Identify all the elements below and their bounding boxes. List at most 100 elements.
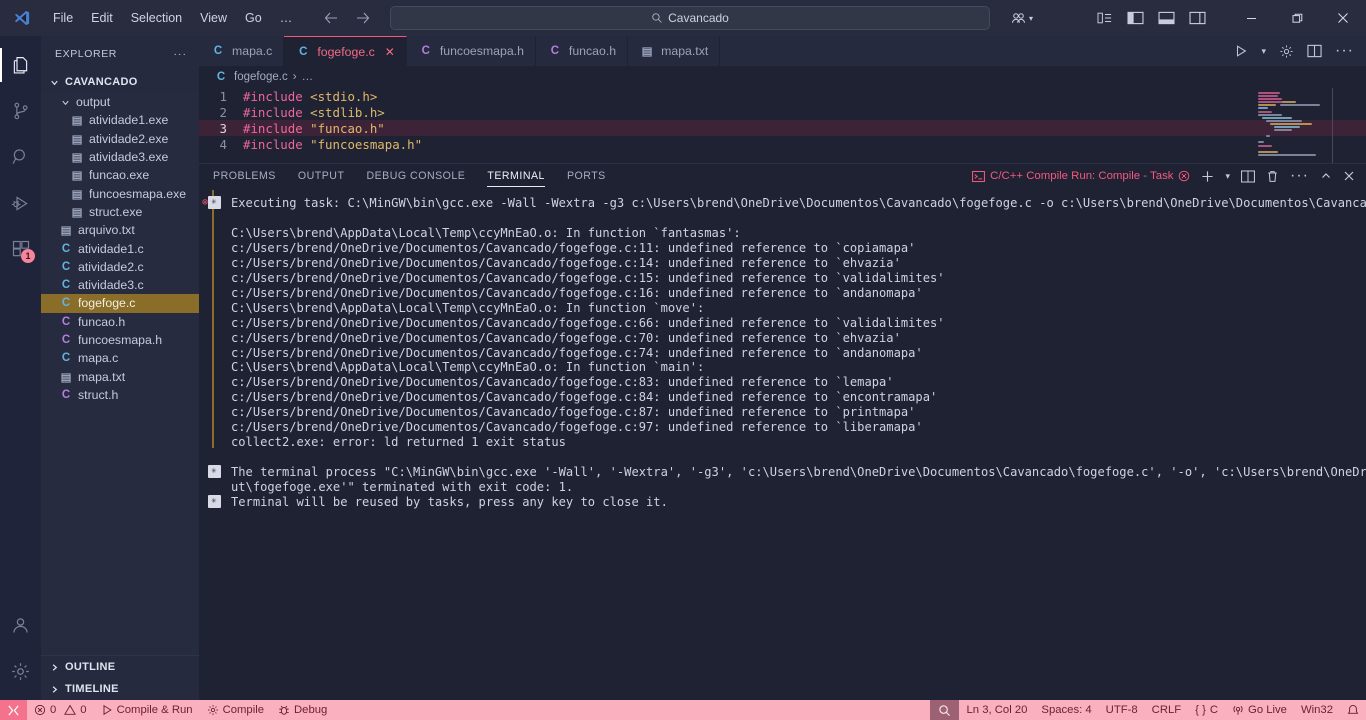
- outline-section[interactable]: OUTLINE: [41, 656, 199, 678]
- remote-window-indicator[interactable]: [0, 700, 27, 720]
- panel-tab-debug-console[interactable]: DEBUG CONSOLE: [366, 164, 465, 189]
- editor-tab-funcoesmapa-h[interactable]: Cfuncoesmapa.h: [406, 36, 536, 66]
- status-platform[interactable]: Win32: [1294, 700, 1340, 720]
- status-cursor-position[interactable]: Ln 3, Col 20: [959, 700, 1034, 720]
- customize-layout-icon[interactable]: [1097, 11, 1113, 25]
- arrow-right-icon[interactable]: [355, 10, 371, 26]
- tree-file[interactable]: Cfuncao.h: [41, 313, 199, 331]
- toggle-panel-icon[interactable]: [1158, 11, 1175, 25]
- menu-selection[interactable]: Selection: [122, 7, 191, 29]
- close-icon[interactable]: [1343, 170, 1355, 182]
- code-line[interactable]: 3 #include "funcao.h": [199, 120, 1366, 136]
- breadcrumb[interactable]: C fogefoge.c › …: [199, 66, 1366, 88]
- split-terminal-icon[interactable]: [1241, 169, 1255, 183]
- ellipsis-icon[interactable]: ···: [174, 48, 188, 60]
- chevron-down-icon[interactable]: ▾: [1261, 46, 1266, 57]
- tree-file[interactable]: ▤ mapa.txt: [41, 367, 199, 385]
- status-language-mode[interactable]: { } C: [1188, 700, 1225, 720]
- activity-item-accounts[interactable]: [0, 602, 41, 648]
- tree-file[interactable]: Catividade3.c: [41, 276, 199, 294]
- menu-bar[interactable]: File Edit Selection View Go …: [44, 7, 301, 29]
- status-search-button[interactable]: [930, 700, 960, 720]
- menu-view[interactable]: View: [191, 7, 236, 29]
- activity-item-source-control[interactable]: [0, 88, 41, 134]
- tree-file[interactable]: ▤ arquivo.txt: [41, 221, 199, 239]
- explorer-root-folder[interactable]: CAVANCADO: [41, 71, 199, 93]
- status-encoding[interactable]: UTF-8: [1099, 700, 1145, 720]
- menu-edit[interactable]: Edit: [82, 7, 122, 29]
- menu-more[interactable]: …: [271, 7, 302, 29]
- activity-item-explorer[interactable]: [0, 42, 41, 88]
- tree-file[interactable]: ▤ struct.exe: [41, 203, 199, 221]
- minimap[interactable]: [1256, 88, 1346, 163]
- activity-item-manage[interactable]: [0, 648, 41, 694]
- activity-item-extensions[interactable]: 1: [0, 226, 41, 272]
- trash-icon[interactable]: [1266, 170, 1279, 183]
- file-tree[interactable]: output ▤ atividade1.exe ▤ atividade2.exe ▤ ati…: [41, 93, 199, 655]
- editor-tab-funcao-h[interactable]: Cfuncao.h: [535, 36, 629, 66]
- tree-file[interactable]: ▤ funcoesmapa.exe: [41, 184, 199, 202]
- status-debug[interactable]: Debug: [271, 700, 334, 720]
- tree-file[interactable]: Cstruct.h: [41, 386, 199, 404]
- tree-file[interactable]: Cfogefoge.c: [41, 294, 199, 313]
- status-eol[interactable]: CRLF: [1145, 700, 1189, 720]
- terminal-output[interactable]: ⊗ ✳ Executing task: C:\MinGW\bin\gcc.exe -…: [199, 188, 1366, 700]
- code-editor[interactable]: 1 #include <stdio.h> 2 #include <stdlib.h> 3…: [199, 88, 1366, 163]
- status-notifications[interactable]: [1340, 700, 1366, 720]
- restore-button[interactable]: [1274, 0, 1320, 36]
- kill-task-icon[interactable]: [1178, 170, 1190, 182]
- ellipsis-icon[interactable]: ···: [1290, 167, 1309, 185]
- close-tab-icon[interactable]: ✕: [385, 45, 395, 59]
- run-icon[interactable]: [1234, 44, 1248, 58]
- toggle-secondary-sidebar-icon[interactable]: [1189, 11, 1206, 25]
- terminal-task-entry[interactable]: C/C++ Compile Run: Compile - Task: [972, 170, 1190, 183]
- tree-file[interactable]: Cmapa.c: [41, 349, 199, 367]
- minimize-button[interactable]: [1228, 0, 1274, 36]
- code-line[interactable]: 1 #include <stdio.h>: [199, 88, 1366, 104]
- code-line[interactable]: 2 #include <stdlib.h>: [199, 104, 1366, 120]
- command-decoration-icon[interactable]: ✳: [207, 465, 221, 479]
- panel-tab-problems[interactable]: PROBLEMS: [213, 164, 276, 189]
- panel-tab-ports[interactable]: PORTS: [567, 164, 606, 189]
- status-compile[interactable]: Compile: [200, 700, 271, 720]
- close-button[interactable]: [1320, 0, 1366, 36]
- menu-file[interactable]: File: [44, 7, 82, 29]
- tree-file[interactable]: ▤ atividade2.exe: [41, 130, 199, 148]
- code-line[interactable]: 4 #include "funcoesmapa.h": [199, 136, 1366, 152]
- status-indentation[interactable]: Spaces: 4: [1034, 700, 1098, 720]
- breadcrumb-file[interactable]: fogefoge.c: [234, 71, 288, 83]
- command-decoration-icon[interactable]: ✳: [207, 196, 221, 209]
- editor-tab-mapa-c[interactable]: Cmapa.c: [199, 36, 285, 66]
- activity-item-search[interactable]: [0, 134, 41, 180]
- gear-icon[interactable]: [1279, 44, 1294, 59]
- new-terminal-icon[interactable]: [1201, 170, 1214, 183]
- breadcrumb-rest[interactable]: …: [302, 71, 314, 83]
- ellipsis-icon[interactable]: ···: [1335, 42, 1354, 60]
- tree-file[interactable]: Catividade2.c: [41, 258, 199, 276]
- minimap-slider[interactable]: [1332, 88, 1346, 163]
- split-editor-icon[interactable]: [1307, 44, 1322, 58]
- editor-tab-fogefoge-c[interactable]: Cfogefoge.c ✕: [284, 36, 407, 66]
- panel-tab-output[interactable]: OUTPUT: [298, 164, 345, 189]
- status-problems[interactable]: 0 0: [27, 700, 94, 720]
- tree-folder[interactable]: output: [41, 93, 199, 111]
- activity-item-run-and-debug[interactable]: [0, 180, 41, 226]
- chevron-down-icon[interactable]: ▾: [1029, 14, 1033, 23]
- timeline-section[interactable]: TIMELINE: [41, 678, 199, 700]
- tree-file[interactable]: Catividade1.c: [41, 239, 199, 257]
- tree-file[interactable]: ▤ atividade3.exe: [41, 148, 199, 166]
- status-compile-and-run[interactable]: Compile & Run: [94, 700, 200, 720]
- tree-file[interactable]: ▤ atividade1.exe: [41, 111, 199, 129]
- panel-tab-terminal[interactable]: TERMINAL: [487, 164, 545, 189]
- toggle-primary-sidebar-icon[interactable]: [1127, 11, 1144, 25]
- chevron-down-icon[interactable]: ▾: [1225, 171, 1230, 182]
- arrow-left-icon[interactable]: [323, 10, 339, 26]
- command-decoration-icon[interactable]: ✳: [207, 495, 221, 509]
- command-center-search[interactable]: Cavancado: [390, 6, 990, 30]
- menu-go[interactable]: Go: [236, 7, 271, 29]
- status-go-live[interactable]: Go Live: [1225, 700, 1294, 720]
- tree-file[interactable]: Cfuncoesmapa.h: [41, 331, 199, 349]
- tree-file[interactable]: ▤ funcao.exe: [41, 166, 199, 184]
- accounts-icon[interactable]: ▾: [1010, 10, 1033, 27]
- editor-tab-mapa-txt[interactable]: ▤ mapa.txt: [628, 36, 721, 66]
